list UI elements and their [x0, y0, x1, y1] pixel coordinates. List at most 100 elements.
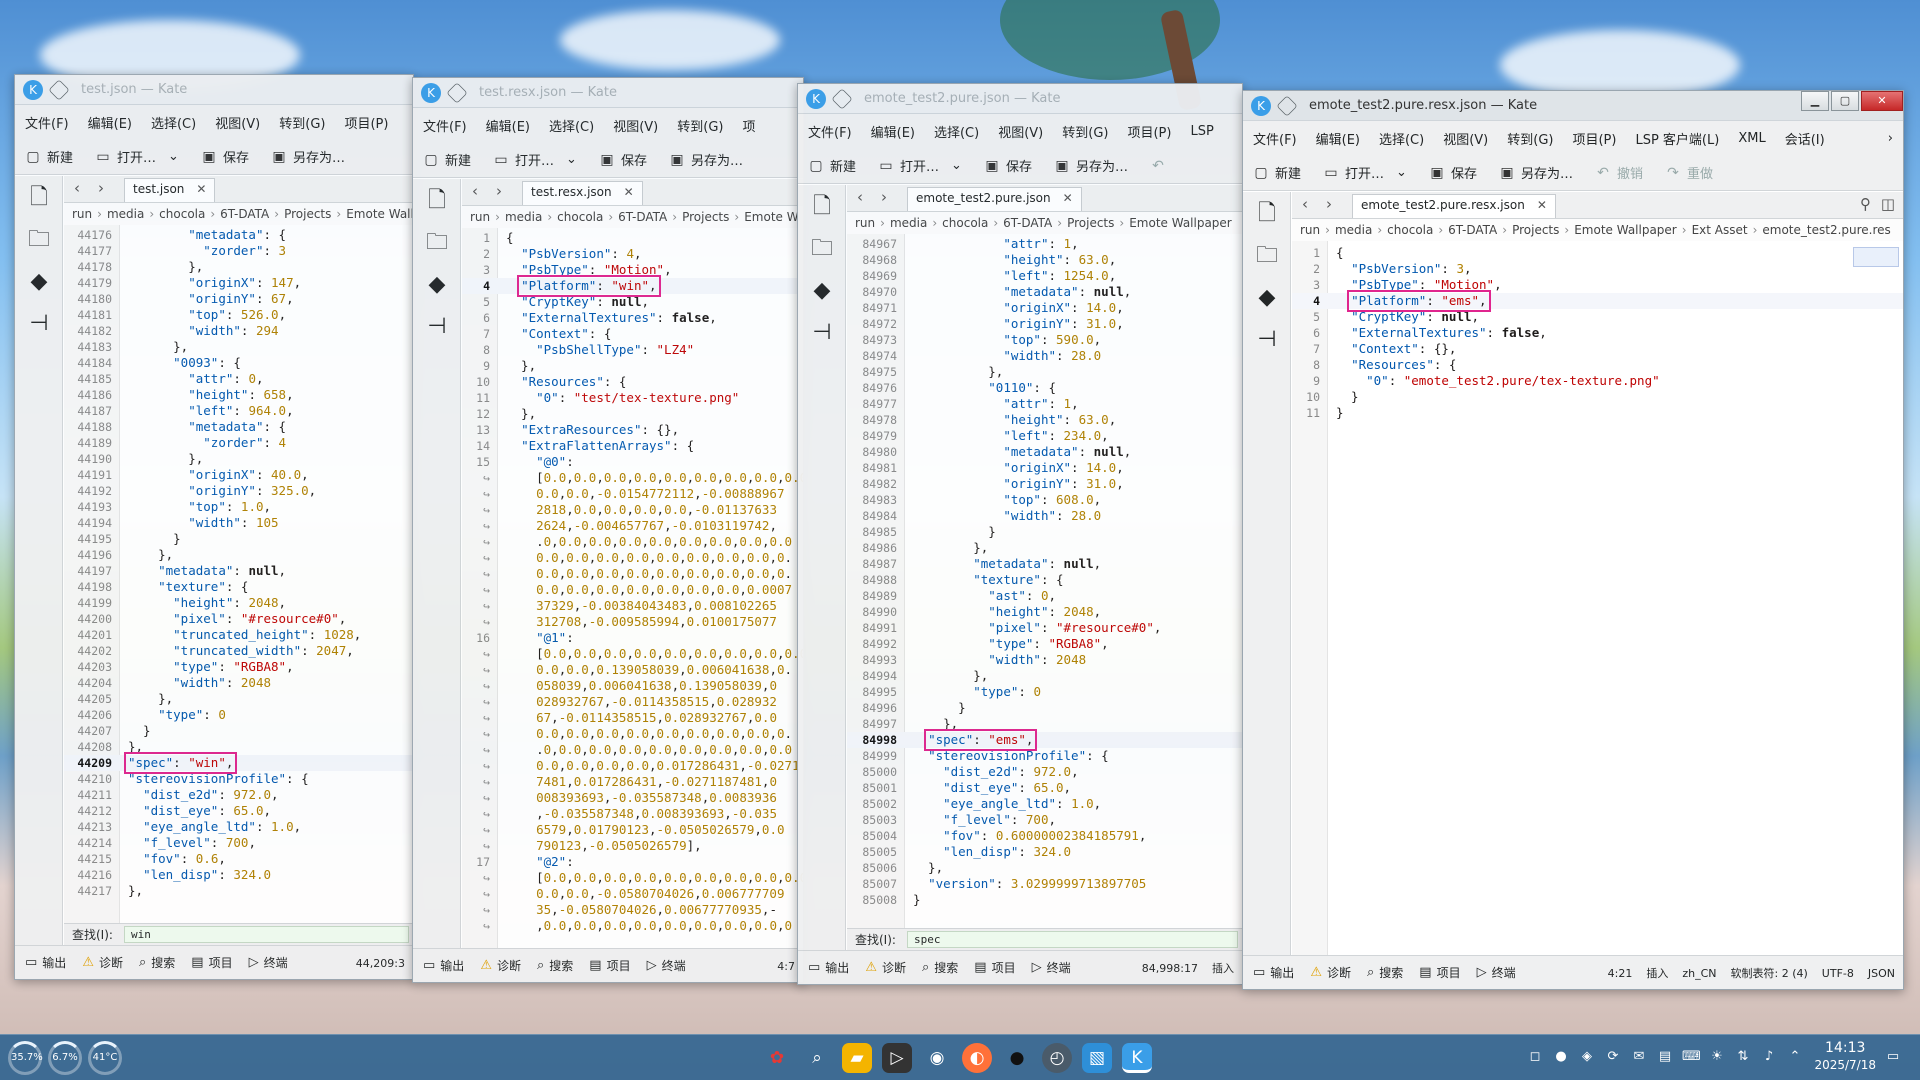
- code-line[interactable]: 44210 "stereovisionProfile": {: [64, 771, 413, 787]
- breadcrumb-item[interactable]: chocola: [1387, 223, 1433, 237]
- code-line[interactable]: 44183 },: [64, 339, 413, 355]
- code-line[interactable]: 44204 "width": 2048: [64, 675, 413, 691]
- breadcrumb-item[interactable]: Emote Wall: [346, 207, 413, 221]
- menu-item[interactable]: 文件(F): [808, 122, 852, 141]
- terminal-button[interactable]: ▷ 终端: [249, 954, 288, 971]
- back-arrow-icon[interactable]: ‹: [472, 182, 478, 200]
- code-line[interactable]: 10 "Resources": {: [462, 374, 803, 390]
- menu-item[interactable]: 转到(G): [677, 116, 723, 135]
- menu-item[interactable]: 会话(I): [1785, 129, 1825, 148]
- cpu-gauge[interactable]: 35.7%: [8, 1041, 43, 1075]
- code-line[interactable]: 44187 "left": 964.0,: [64, 403, 413, 419]
- back-arrow-icon[interactable]: ‹: [857, 188, 863, 206]
- code-line[interactable]: 84983 "top": 608.0,: [847, 492, 1242, 508]
- menu-item[interactable]: 选择(C): [151, 113, 196, 132]
- paw-launcher-icon[interactable]: ✿: [762, 1043, 792, 1073]
- code-line[interactable]: 85004 "fov": 0.60000002384185791,: [847, 828, 1242, 844]
- open-button[interactable]: ▭ 打开… ⌄: [878, 156, 962, 176]
- code-line[interactable]: 44182 "width": 294: [64, 323, 413, 339]
- open-button[interactable]: ▭ 打开… ⌄: [95, 147, 179, 167]
- code-line[interactable]: 84993 "width": 2048: [847, 652, 1242, 668]
- menu-item[interactable]: 项目(P): [1572, 129, 1616, 148]
- new-button[interactable]: ▢ 新建: [423, 150, 471, 170]
- tab-test-json[interactable]: test.json ✕: [124, 178, 216, 202]
- code-line[interactable]: 44180 "originY": 67,: [64, 291, 413, 307]
- breadcrumb-item[interactable]: 6T-DATA: [618, 210, 667, 224]
- menu-overflow-icon[interactable]: ›: [1888, 131, 1893, 146]
- diagnostics-button[interactable]: ⚠ 诊断: [1310, 964, 1351, 981]
- menu-item[interactable]: 选择(C): [1379, 129, 1424, 148]
- code-line[interactable]: 84974 "width": 28.0: [847, 348, 1242, 364]
- project-button[interactable]: ▤ 项目: [1419, 964, 1460, 981]
- code-line[interactable]: ↪ 6579,0.01790123,-0.0505026579,0.0: [462, 822, 803, 838]
- code-line[interactable]: ↪ [0.0,0.0,0.0,0.0,0.0,0.0,0.0,0.0,0.0: [462, 870, 803, 886]
- close-tab-icon[interactable]: ✕: [1537, 198, 1547, 212]
- code-line[interactable]: 44201 "truncated_height": 1028,: [64, 627, 413, 643]
- titlebar[interactable]: K test.json — Kate: [15, 75, 413, 105]
- terminal-button[interactable]: ▷ 终端: [647, 957, 686, 974]
- search-button[interactable]: ⌕ 搜索: [537, 957, 573, 974]
- breadcrumb-item[interactable]: chocola: [557, 210, 603, 224]
- open-button[interactable]: ▭ 打开… ⌄: [493, 150, 577, 170]
- find-input[interactable]: spec: [907, 931, 1238, 948]
- code-line[interactable]: ↪ 0.0,0.0,-0.0154772112,-0.00888967: [462, 486, 803, 502]
- code-line[interactable]: 44181 "top": 526.0,: [64, 307, 413, 323]
- code-line[interactable]: 84970 "metadata": null,: [847, 284, 1242, 300]
- breadcrumb-item[interactable]: chocola: [159, 207, 205, 221]
- breadcrumb-item[interactable]: Emote Wallpaper: [1129, 216, 1232, 230]
- code-line[interactable]: 44188 "metadata": {: [64, 419, 413, 435]
- code-line[interactable]: 85003 "f_level": 700,: [847, 812, 1242, 828]
- code-line[interactable]: 84967 "attr": 1,: [847, 236, 1242, 252]
- split-view-icon[interactable]: ◫: [1881, 195, 1895, 213]
- breadcrumb-item[interactable]: 6T-DATA: [1003, 216, 1052, 230]
- breadcrumb-item[interactable]: run: [72, 207, 92, 221]
- code-line[interactable]: 84981 "originX": 14.0,: [847, 460, 1242, 476]
- code-line[interactable]: 12 },: [462, 406, 803, 422]
- breadcrumb-item[interactable]: 6T-DATA: [1448, 223, 1497, 237]
- code-line[interactable]: ↪ 008393693,-0.035587348,0.0083936: [462, 790, 803, 806]
- code-line[interactable]: 84979 "left": 234.0,: [847, 428, 1242, 444]
- code-line[interactable]: 17 "@2":: [462, 854, 803, 870]
- git-icon[interactable]: ◆: [25, 268, 53, 296]
- app-tray-icon[interactable]: ◈: [1578, 1048, 1596, 1066]
- code-line[interactable]: 6 "ExternalTextures": false,: [1292, 325, 1903, 341]
- chevron-down-icon[interactable]: ⌄: [566, 152, 577, 167]
- folder-icon[interactable]: 🗀: [808, 235, 836, 263]
- breadcrumb-item[interactable]: media: [107, 207, 144, 221]
- terminal-icon[interactable]: ▷: [882, 1043, 912, 1073]
- code-line[interactable]: 11 "0": "test/tex-texture.png": [462, 390, 803, 406]
- menu-item[interactable]: LSP 客户端(L): [1635, 129, 1719, 148]
- git-icon[interactable]: ◆: [423, 271, 451, 299]
- close-tab-icon[interactable]: ✕: [1063, 191, 1073, 205]
- code-line[interactable]: 84998 "spec": "ems",: [847, 732, 1242, 748]
- git-icon[interactable]: ◆: [1253, 284, 1281, 312]
- menu-item[interactable]: 项: [742, 116, 755, 135]
- chat-tray-icon[interactable]: ✉: [1630, 1048, 1648, 1066]
- menu-item[interactable]: 转到(G): [1507, 129, 1553, 148]
- firefox-icon[interactable]: ◐: [962, 1043, 992, 1073]
- input-mode[interactable]: 插入: [1212, 960, 1234, 976]
- code-line[interactable]: 85002 "eye_angle_ltd": 1.0,: [847, 796, 1242, 812]
- code-line[interactable]: ↪ 2818,0.0,0.0,0.0,0.0,-0.01137633: [462, 502, 803, 518]
- breadcrumb-item[interactable]: Projects: [682, 210, 729, 224]
- output-button[interactable]: ▭ 输出: [1253, 964, 1294, 981]
- tab-test-resx-json[interactable]: test.resx.json ✕: [522, 181, 643, 205]
- menu-item[interactable]: 选择(C): [549, 116, 594, 135]
- clock[interactable]: 14:13 2025/7/18: [1814, 1040, 1876, 1074]
- code-line[interactable]: 44189 "zorder": 4: [64, 435, 413, 451]
- code-line[interactable]: 11}: [1292, 405, 1903, 421]
- code-line[interactable]: 85008}: [847, 892, 1242, 908]
- menu-item[interactable]: 文件(F): [1253, 129, 1297, 148]
- menu-item[interactable]: 转到(G): [279, 113, 325, 132]
- menu-item[interactable]: LSP: [1190, 124, 1213, 139]
- code-line[interactable]: 44209 "spec": "win",: [64, 755, 413, 771]
- code-line[interactable]: 44193 "top": 1.0,: [64, 499, 413, 515]
- code-line[interactable]: ↪ 7481,0.017286431,-0.0271187481,0: [462, 774, 803, 790]
- breadcrumb-item[interactable]: media: [505, 210, 542, 224]
- code-line[interactable]: 44190 },: [64, 451, 413, 467]
- save-as-button[interactable]: ▣ 另存为…: [1499, 163, 1573, 183]
- menu-item[interactable]: 编辑(E): [88, 113, 132, 132]
- code-line[interactable]: 16 "@1":: [462, 630, 803, 646]
- undo-button[interactable]: ↶: [1150, 158, 1172, 174]
- code-line[interactable]: 8 "Resources": {: [1292, 357, 1903, 373]
